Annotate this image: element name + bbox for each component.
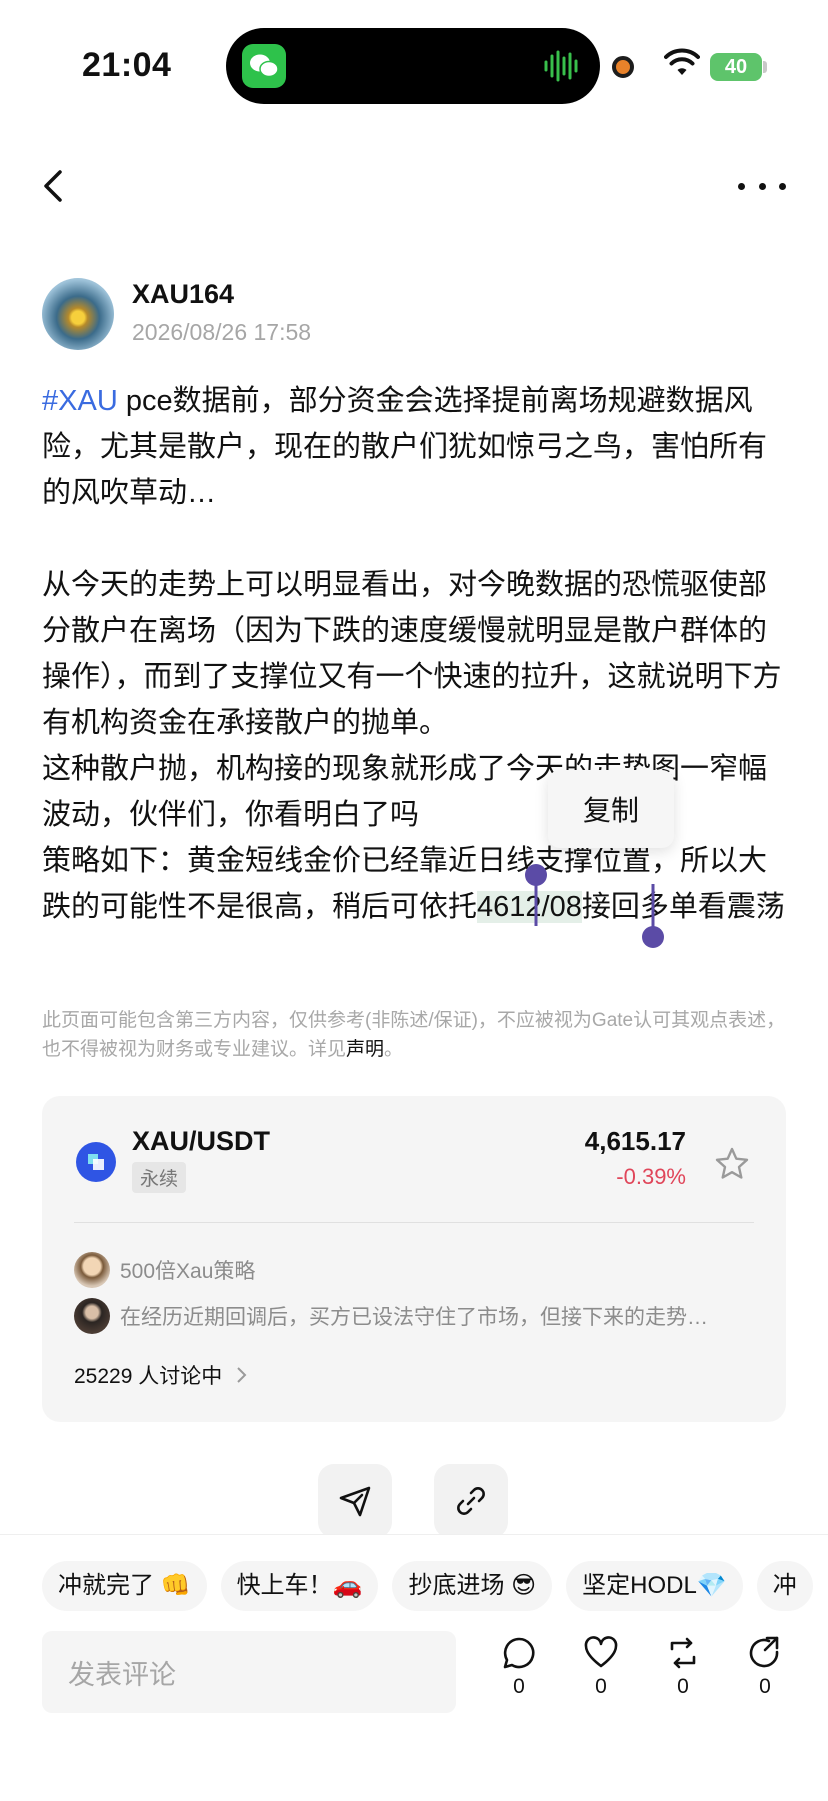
share-send-button[interactable] (318, 1464, 392, 1538)
author-name[interactable]: XAU164 (132, 279, 234, 310)
author-avatar[interactable] (42, 278, 114, 350)
dynamic-island (226, 28, 600, 104)
recording-indicator-icon (612, 56, 634, 78)
post-paragraph-3: 这种散户抛，机构接的现象就形成了今天的走势图一窄幅波动，伙伴们，你看明白了吗 (42, 753, 768, 831)
discussion-item[interactable]: 在经历近期回调后，买方已设法守住了市场，但接下来的走势… (74, 1298, 764, 1334)
disclaimer: 此页面可能包含第三方内容，仅供参考(非陈述/保证)，不应被视为Gate认可其观点… (42, 1006, 788, 1064)
share-button[interactable]: 0 (740, 1635, 790, 1699)
favorite-star-icon[interactable] (714, 1146, 750, 1182)
chevron-right-icon (237, 1367, 247, 1383)
discussion-text: 500倍Xau策略 (120, 1260, 256, 1283)
disclaimer-text: 此页面可能包含第三方内容，仅供参考(非陈述/保证)，不应被视为Gate认可其观点… (42, 1010, 786, 1060)
audio-wave-icon (544, 50, 578, 82)
avatar (74, 1252, 110, 1288)
heart-icon (584, 1636, 618, 1668)
coin-icon (76, 1142, 116, 1182)
copy-link-button[interactable] (434, 1464, 508, 1538)
avatar (74, 1298, 110, 1334)
like-count: 0 (595, 1675, 607, 1698)
link-icon (457, 1487, 485, 1515)
repost-count: 0 (677, 1675, 689, 1698)
post-paragraph-1: #XAU pce数据前，部分资金会选择提前离场规避数据风险，尤其是散户，现在的散… (42, 378, 788, 516)
disclaimer-link[interactable]: 声明 (346, 1039, 384, 1060)
hashtag-link[interactable]: #XAU (42, 385, 118, 417)
bottom-bar: 冲就完了 👊 快上车！🚗 抄底进场 😎 坚定HODL💎 冲 发表评论 0 0 0 0 (0, 1534, 828, 1801)
like-button[interactable]: 0 (576, 1635, 626, 1699)
post-body: #XAU pce数据前，部分资金会选择提前离场规避数据风险，尤其是散户，现在的散… (42, 378, 788, 930)
quick-reply-chips: 冲就完了 👊 快上车！🚗 抄底进场 😎 坚定HODL💎 冲 (42, 1561, 828, 1611)
status-bar: 21:04 40 (0, 0, 828, 120)
share-icon (749, 1636, 779, 1668)
quick-reply-chip[interactable]: 快上车！🚗 (220, 1561, 379, 1611)
card-divider (74, 1222, 754, 1223)
repost-button[interactable]: 0 (658, 1635, 708, 1699)
post-text-1: pce数据前，部分资金会选择提前离场规避数据风险，尤其是散户，现在的散户们犹如惊… (42, 385, 768, 509)
selection-handle-start[interactable] (524, 864, 548, 926)
quick-reply-chip[interactable]: 抄底进场 😎 (392, 1561, 553, 1611)
quick-reply-chip[interactable]: 冲就完了 👊 (42, 1561, 207, 1611)
battery-tip (763, 61, 767, 73)
pair-price: 4,615.17 (584, 1126, 686, 1156)
selection-handle-end[interactable] (641, 884, 665, 950)
contract-tag: 永续 (132, 1162, 187, 1193)
quick-reply-chip[interactable]: 冲 (756, 1561, 813, 1611)
wechat-icon (242, 44, 286, 88)
comment-input[interactable]: 发表评论 (42, 1631, 456, 1713)
disclaimer-end: 。 (384, 1039, 404, 1060)
pair-name: XAU/USDT (132, 1126, 271, 1156)
post-time: 2026/08/26 17:58 (132, 319, 312, 345)
quick-reply-chip[interactable]: 坚定HODL💎 (566, 1561, 743, 1611)
comment-icon (503, 1637, 535, 1669)
post-paragraph-4: 策略如下：黄金短线金价已经靠近日线支撑位置，所以大跌的可能性不是很高，稍后可依托… (42, 838, 788, 930)
discussion-text: 在经历近期回调后，买方已设法守住了市场，但接下来的走势… (120, 1306, 708, 1329)
wifi-icon (664, 48, 700, 75)
discussion-item[interactable]: 500倍Xau策略 (74, 1252, 255, 1288)
comment-button[interactable]: 0 (494, 1635, 544, 1699)
market-card[interactable]: XAU/USDT 永续 4,615.17 -0.39% 500倍Xau策略 在经… (42, 1096, 786, 1422)
comment-count: 0 (513, 1675, 525, 1698)
share-count: 0 (759, 1675, 771, 1698)
post-paragraph-2: 从今天的走势上可以明显看出，对今晚数据的恐慌驱使部分散户在离场（因为下跌的速度缓… (42, 569, 782, 739)
status-time: 21:04 (82, 46, 172, 84)
copy-button[interactable]: 复制 (548, 770, 674, 848)
battery-icon: 40 (710, 53, 762, 81)
price-change: -0.39% (616, 1164, 686, 1189)
send-icon (339, 1486, 371, 1517)
discussion-count: 25229 人讨论中 (74, 1365, 223, 1388)
back-icon[interactable] (38, 166, 68, 206)
repost-icon (670, 1637, 696, 1669)
post-text-4b: 接回多单看震荡 (581, 891, 785, 923)
more-options-icon[interactable] (738, 166, 786, 206)
discussion-count-link[interactable]: 25229 人讨论中 (74, 1360, 248, 1390)
